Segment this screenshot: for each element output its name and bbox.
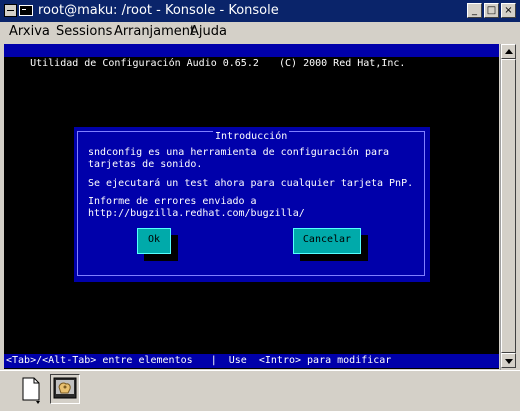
maximize-button[interactable]: □	[484, 3, 499, 18]
header-copyright: (C) 2000 Red Hat,Inc.	[279, 58, 406, 69]
terminal-footer: <Tab>/<Alt-Tab> entre elementos | Use <I…	[4, 354, 499, 368]
window-title: root@maku: /root - Konsole - Konsole	[38, 3, 279, 18]
new-session-icon	[22, 377, 40, 404]
dialog-text-line: tarjetas de sonido.	[88, 159, 203, 170]
scroll-up-button[interactable]	[501, 44, 516, 59]
arrow-down-icon	[505, 359, 513, 364]
dialog-text-line: Informe de errores enviado a	[88, 196, 257, 207]
menu-ajuda[interactable]: Ajuda	[190, 24, 227, 39]
menu-arxiva[interactable]: Arxiva	[9, 24, 50, 39]
dialog-text-line: sndconfig es una herramienta de configur…	[88, 147, 390, 158]
terminal-app-icon	[19, 5, 33, 16]
session-toolbar	[0, 370, 520, 411]
scroll-down-button[interactable]	[501, 353, 516, 368]
intro-dialog: Introducción sndconfig es una herramient…	[74, 127, 430, 282]
menu-arranjament[interactable]: Arranjament	[114, 24, 195, 39]
dialog-title: Introducción	[213, 131, 290, 143]
menu-sessions[interactable]: Sessions	[56, 24, 112, 39]
terminal-header: Utilidad de Configuración Audio 0.65.2 (C…	[4, 44, 499, 69]
title-bar[interactable]: root@maku: /root - Konsole - Konsole _ □…	[0, 0, 520, 22]
scrollbar-thumb[interactable]	[501, 59, 516, 353]
konsole-session-button[interactable]	[50, 374, 80, 404]
konsole-session-icon	[53, 377, 77, 399]
close-button[interactable]: ×	[501, 3, 516, 18]
window-menu-icon[interactable]	[4, 4, 17, 17]
cancel-button[interactable]: Cancelar	[293, 228, 361, 254]
terminal-view[interactable]: Utilidad de Configuración Audio 0.65.2 (C…	[4, 44, 499, 369]
new-session-button[interactable]	[16, 374, 46, 404]
minimize-button[interactable]: _	[467, 3, 482, 18]
dialog-text-line: http://bugzilla.redhat.com/bugzilla/	[88, 208, 305, 219]
ok-button[interactable]: Ok	[137, 228, 171, 254]
menu-bar: Arxiva Sessions Arranjament Ajuda	[0, 22, 520, 43]
dialog-text-line: Se ejecutará un test ahora para cualquie…	[88, 178, 414, 189]
vertical-scrollbar[interactable]	[500, 44, 516, 370]
header-app-name: Utilidad de Configuración Audio 0.65.2	[30, 58, 259, 69]
arrow-up-icon	[505, 49, 513, 54]
